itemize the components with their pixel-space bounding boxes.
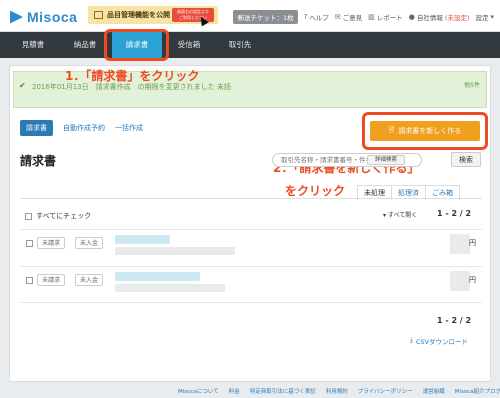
highlight-new-invoice [362,112,488,150]
open-all-label: すべて開く [387,212,418,219]
feedback-label: ご意見 [342,14,363,22]
amount-redacted [450,234,470,254]
logo-text: Misoca [27,9,78,25]
step2-annotation-line2: をクリック [285,184,346,198]
subject-redacted [115,247,235,255]
subtab-bulk-create[interactable]: 一括作成 [115,123,143,133]
top-right-menu: 郵送チケット：1枚 ? ヘルプ ✉ ご意見 ▥ レポート ● 自社情報 (未設定) 設定 ▾ [233,10,494,24]
chevron-down-icon: ▾ [490,13,494,21]
currency-label: 円 [469,239,476,247]
footer-link-legal[interactable]: 特定商取引法に基づく表記 [250,387,316,395]
page-title: 請求書 [20,154,57,168]
download-icon: ⤓ [410,336,413,344]
footer-link-org[interactable]: 運営組織 [423,387,445,395]
main-nav: 見積書 納品書 請求書 受信箱 取引先 [0,32,500,58]
client-name-redacted [115,272,200,281]
highlight-invoice-tab [104,29,169,61]
csv-download-link[interactable]: ⤓ CSVダウンロード [410,336,468,346]
table-row[interactable]: 未請求 未入金 円 [20,229,482,261]
row-checkbox[interactable] [26,277,33,284]
advanced-search-toggle[interactable]: 詳細検索 [367,155,405,165]
footer-link-about[interactable]: Misocaについて [178,387,219,395]
payment-badge: 未入金 [75,274,104,286]
table-row[interactable]: 未請求 未入金 円 [20,266,482,298]
footer-link-pricing[interactable]: 料金 [229,387,240,395]
check-all-checkbox[interactable] [25,212,32,220]
help-link[interactable]: ? ヘルプ [304,12,329,22]
invoice-subtabs: 請求書 自動作成予約 一括作成 [20,120,143,136]
subtab-auto-create[interactable]: 自動作成予約 [63,123,105,133]
check-all-row[interactable]: すべてにチェック [25,211,91,221]
company-status: (未設定) [444,14,470,22]
payment-badge: 未入金 [75,237,104,249]
report-label: レポート [376,14,403,22]
chart-icon: ▥ [368,13,375,21]
pager-top: 1 - 2 / 2 [437,209,472,218]
row-divider [20,302,482,303]
company-label: 自社情報 [416,14,443,22]
feedback-link[interactable]: ✉ ご意見 [335,12,362,22]
open-all-button[interactable]: ▾ すべて開く [383,210,417,219]
footer-link-terms[interactable]: 利用規約 [326,387,348,395]
currency-label: 円 [469,276,476,284]
pager-bottom: 1 - 2 / 2 [437,316,472,325]
company-link[interactable]: ● 自社情報 (未設定) [409,12,470,22]
divider [20,198,482,199]
status-badge: 未請求 [37,274,66,286]
promo-text: 品目管理機能を公開 [107,11,170,19]
settings-label: 設定 [475,14,489,22]
footer: Misocaについて 料金 特定商取引法に基づく表記 利用規約 プライバシーポリ… [178,387,500,395]
top-bar: Misoca 品目管理機能を公開 画面右の設定より ご利用ください 郵送チケット… [0,0,500,32]
help-icon: ? [303,13,308,21]
alert-more-link[interactable]: 他5件 [464,80,480,89]
logo[interactable]: Misoca [10,9,77,25]
step1-annotation: 1．「請求書」をクリック [65,69,200,83]
report-link[interactable]: ▥ レポート [368,12,403,22]
subject-redacted [115,284,225,292]
comment-icon: ✉ [334,13,341,21]
search-button[interactable]: 検索 [451,152,481,167]
ticket-badge[interactable]: 郵送チケット：1枚 [233,10,298,24]
settings-link[interactable]: 設定 ▾ [475,12,494,22]
csv-label: CSVダウンロード [415,338,468,346]
logo-mark-icon [10,10,23,24]
check-all-label: すべてにチェック [36,212,92,220]
client-name-redacted [115,235,170,244]
book-icon [94,11,103,19]
footer-link-privacy[interactable]: プライバシーポリシー [358,387,413,395]
subtab-invoice[interactable]: 請求書 [20,120,53,136]
footer-link-referral[interactable]: Misoca紹介プログラム [455,387,500,395]
help-label: ヘルプ [309,14,329,22]
check-icon: ✔ [19,81,26,90]
status-badge: 未請求 [37,237,66,249]
nav-item-estimate[interactable]: 見積書 [10,32,56,58]
row-checkbox[interactable] [26,240,33,247]
amount-redacted [450,271,470,291]
user-icon: ● [408,13,415,21]
nav-item-delivery[interactable]: 納品書 [60,32,110,58]
nav-item-inbox[interactable]: 受信箱 [165,32,213,58]
nav-item-clients[interactable]: 取引先 [215,32,265,58]
